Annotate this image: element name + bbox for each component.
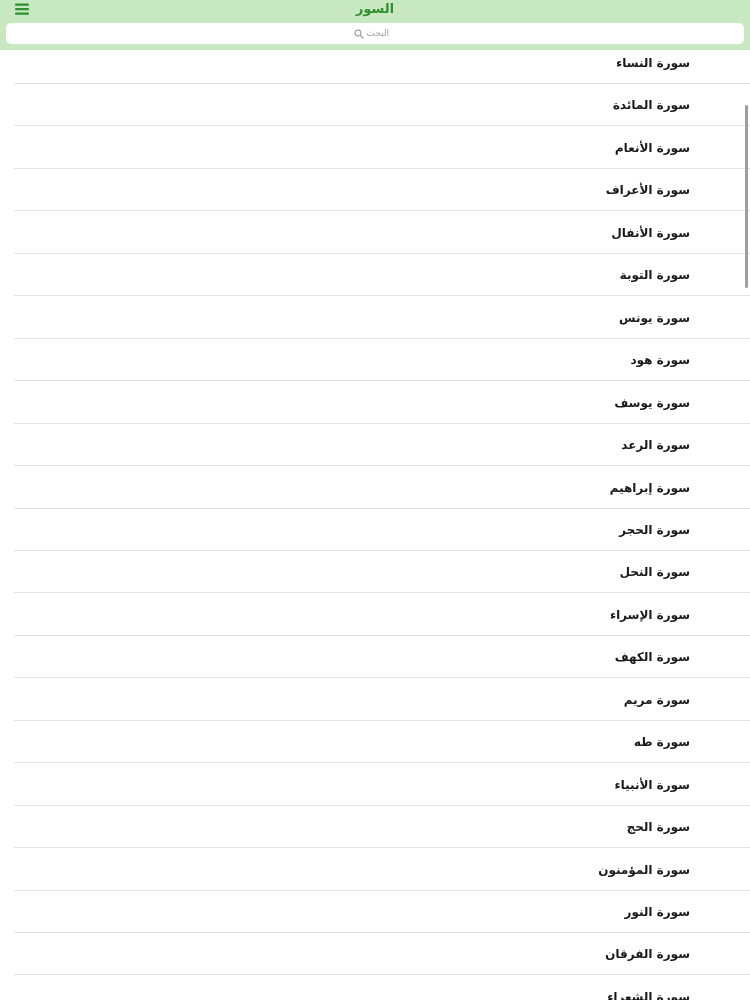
list-item[interactable]: سورة النساء — [0, 42, 750, 84]
search-bar[interactable] — [6, 23, 744, 44]
list-item-label: سورة الأنبياء — [614, 777, 691, 792]
list-item-label: سورة النور — [624, 905, 690, 919]
list-item[interactable]: سورة الشعراء — [0, 976, 750, 1000]
list-item[interactable]: سورة هود — [0, 339, 750, 382]
list-item-label: سورة الرعد — [621, 438, 690, 453]
list-item-label: سورة النساء — [616, 56, 690, 70]
list-item-label: سورة الأعراف — [605, 183, 690, 198]
list-item[interactable]: سورة الأنعام — [0, 127, 750, 169]
list-item[interactable]: سورة المؤمنون — [0, 849, 750, 891]
list-item[interactable]: سورة الفرقان — [0, 933, 750, 976]
scrollbar-thumb[interactable] — [745, 105, 748, 288]
list-item[interactable]: سورة المائدة — [0, 84, 750, 127]
list-item[interactable]: سورة يوسف — [0, 382, 750, 424]
list-item-label: سورة الأنفال — [611, 225, 690, 240]
list-item[interactable]: سورة الرعد — [0, 424, 750, 467]
list-item-label: سورة النحل — [619, 565, 690, 580]
list-item-label: سورة المؤمنون — [598, 862, 690, 877]
search-input[interactable] — [366, 28, 397, 39]
surah-list: سورة النساء سورة المائدة سورة الأنعام سورة … — [0, 42, 750, 1000]
app-root: السور سورة النساء سورة المائدة سورة الأنعا… — [0, 0, 750, 1000]
list-item-label: سورة الحجر — [619, 522, 690, 537]
list-item-label: سورة الإسراء — [609, 607, 690, 622]
list-item-label: سورة يونس — [619, 310, 690, 325]
list-item[interactable]: سورة الحجر — [0, 509, 750, 551]
list-item[interactable]: سورة إبراهيم — [0, 467, 750, 509]
list-item[interactable]: سورة طه — [0, 721, 750, 764]
list-item-label: سورة المائدة — [612, 98, 690, 113]
list-item[interactable]: سورة يونس — [0, 297, 750, 339]
list-item[interactable]: سورة النحل — [0, 551, 750, 594]
list-item-label: سورة يوسف — [614, 395, 690, 410]
list-item-label: سورة الشعراء — [607, 989, 690, 1000]
list-item-label: سورة الكهف — [614, 650, 690, 665]
list-item-label: سورة الأنعام — [614, 140, 690, 155]
list-item[interactable]: سورة الأنبياء — [0, 764, 750, 806]
search-inner — [353, 28, 397, 39]
list-item[interactable]: سورة التوبة — [0, 254, 750, 297]
list-item-label: سورة طه — [633, 735, 690, 750]
list-item-label: سورة الحج — [626, 820, 690, 835]
list-item[interactable]: سورة الكهف — [0, 636, 750, 679]
search-icon — [353, 28, 364, 39]
list-item[interactable]: سورة الأعراف — [0, 169, 750, 212]
list-item-label: سورة التوبة — [619, 268, 690, 283]
list-item[interactable]: سورة الحج — [0, 806, 750, 849]
list-item[interactable]: سورة الإسراء — [0, 594, 750, 636]
list-item[interactable]: سورة الأنفال — [0, 212, 750, 254]
list-item[interactable]: سورة النور — [0, 891, 750, 933]
list-item-label: سورة الفرقان — [605, 947, 690, 962]
list-item-label: سورة إبراهيم — [609, 480, 690, 495]
page-title: السور — [355, 2, 395, 17]
list-item-label: سورة مريم — [623, 692, 690, 707]
list-item-label: سورة هود — [630, 353, 691, 368]
list-item[interactable]: سورة مريم — [0, 679, 750, 721]
